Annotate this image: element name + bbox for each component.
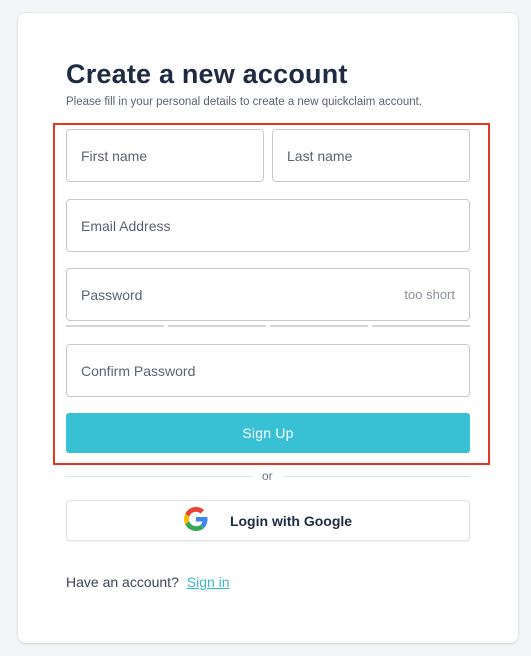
divider-line-right — [284, 476, 470, 477]
strength-segment-3 — [270, 325, 368, 327]
page-title: Create a new account — [66, 59, 348, 89]
google-login-label: Login with Google — [229, 512, 353, 529]
confirm-password-placeholder: Confirm Password — [81, 362, 196, 379]
page-subtitle: Please fill in your personal details to … — [66, 96, 423, 108]
confirm-password-field[interactable]: Confirm Password — [66, 344, 470, 397]
last-name-placeholder: Last name — [287, 147, 353, 164]
strength-segment-1 — [66, 325, 164, 327]
first-name-field[interactable]: First name — [66, 129, 264, 182]
password-field[interactable]: Password too short — [66, 268, 470, 321]
first-name-placeholder: First name — [81, 147, 148, 164]
password-strength-hint: too short — [404, 287, 455, 302]
signup-card: Create a new account Please fill in your… — [18, 13, 518, 643]
divider-line-left — [66, 476, 252, 477]
email-placeholder: Email Address — [81, 217, 171, 234]
strength-segment-4 — [372, 325, 470, 327]
divider-or-text: or — [262, 469, 273, 483]
email-field[interactable]: Email Address — [66, 199, 470, 252]
password-placeholder: Password — [81, 286, 143, 303]
sign-up-button[interactable]: Sign Up — [66, 413, 470, 453]
strength-segment-2 — [168, 325, 266, 327]
google-icon — [183, 507, 208, 534]
last-name-field[interactable]: Last name — [272, 129, 470, 182]
google-login-button[interactable]: Login with Google — [66, 500, 470, 541]
sign-in-link[interactable]: Sign in — [187, 574, 230, 590]
signin-row: Have an account? Sign in — [66, 574, 230, 590]
signin-prompt: Have an account? — [66, 574, 179, 590]
